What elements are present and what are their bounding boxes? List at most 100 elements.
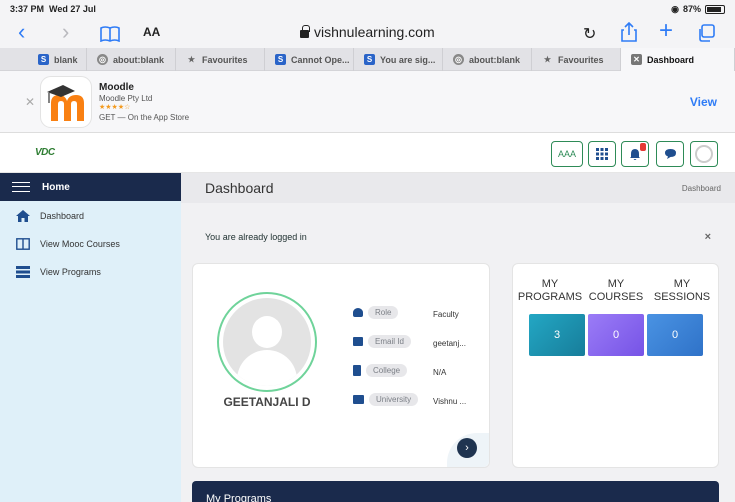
sidebar-home-label: Home: [42, 181, 70, 193]
stat-label-courses: MY COURSES: [588, 278, 644, 303]
battery-percent: 87%: [682, 4, 701, 14]
browser-tab[interactable]: S Cannot Ope...: [265, 48, 354, 71]
user-menu-button[interactable]: [690, 141, 718, 167]
moodle-app-icon: [40, 76, 92, 128]
status-bar: 3:37 PM Wed 27 Jul ◉ 87%: [0, 0, 735, 18]
share-icon[interactable]: [621, 21, 637, 46]
battery-icon: [705, 4, 725, 14]
status-time: 3:37 PM Wed 27 Jul: [10, 4, 96, 14]
programs-title: My Programs: [206, 493, 272, 502]
college-row: College: [353, 364, 408, 377]
email-value: geetanj...: [433, 339, 466, 348]
forward-icon[interactable]: ›: [62, 21, 69, 43]
profile-name: GEETANJALI D: [223, 395, 311, 409]
sidebar-item-label: Dashboard: [40, 211, 85, 221]
role-label: Role: [368, 306, 399, 319]
browser-tab[interactable]: ◎ about:blank: [443, 48, 532, 71]
tabs-overview-icon[interactable]: [697, 24, 715, 46]
rating-stars: ★★★★☆: [99, 104, 131, 111]
apps-grid-button[interactable]: [588, 141, 616, 167]
user-icon: [353, 308, 363, 317]
browser-tab[interactable]: ★ Favourites: [176, 48, 265, 71]
new-tab-icon[interactable]: +: [659, 19, 673, 43]
sidebar-item-programs[interactable]: View Programs: [0, 258, 181, 286]
reader-settings-button[interactable]: AA: [143, 25, 160, 39]
sidebar-header[interactable]: Home: [0, 173, 181, 201]
messages-button[interactable]: [656, 141, 684, 167]
page-title: Dashboard: [205, 180, 274, 196]
programs-count-tile[interactable]: 3: [529, 314, 585, 356]
font-size-button[interactable]: AAA: [551, 141, 583, 167]
chevron-right-icon[interactable]: ›: [457, 438, 477, 458]
site-icon: S: [364, 54, 375, 65]
email-row: Email Id: [353, 335, 411, 348]
app-developer: Moodle Pty Ltd: [99, 94, 153, 103]
avatar: [695, 145, 713, 163]
page-header: Dashboard Dashboard: [181, 173, 735, 203]
role-row: Role: [353, 306, 399, 319]
sessions-count-tile[interactable]: 0: [647, 314, 703, 356]
status-right: ◉ 87%: [671, 4, 725, 15]
browser-tab[interactable]: ★ Favourites: [532, 48, 621, 71]
my-programs-header: My Programs: [192, 481, 719, 502]
star-icon: ★: [187, 55, 196, 64]
main-content: Dashboard Dashboard You are already logg…: [181, 173, 735, 502]
view-app-button[interactable]: View: [690, 95, 717, 109]
programs-icon: [16, 266, 30, 278]
site-logo[interactable]: VDC: [35, 147, 55, 158]
login-alert: You are already logged in ×: [191, 218, 725, 256]
site-icon: S: [38, 54, 49, 65]
building-icon: [353, 365, 361, 376]
lock-icon: [300, 24, 310, 38]
tab-strip: Sblank ◎ about:blank ★ Favourites S Cannot …: [0, 48, 735, 71]
sidebar-item-mooc-courses[interactable]: View Mooc Courses: [0, 230, 181, 258]
smart-app-banner: ✕ Moodle Moodle Pty Ltd ★★★★☆ GET — On t…: [0, 71, 735, 133]
url-text: vishnulearning.com: [314, 24, 435, 40]
address-bar[interactable]: vishnulearning.com: [300, 24, 435, 40]
role-value: Faculty: [433, 310, 459, 319]
university-row: University: [353, 393, 419, 406]
browser-tab[interactable]: S You are sig...: [354, 48, 443, 71]
app-name: Moodle: [99, 82, 134, 93]
compass-icon: ◎: [453, 54, 464, 65]
browser-tab[interactable]: Sblank: [0, 48, 87, 71]
university-label: University: [369, 393, 419, 406]
browser-tab-active[interactable]: ✕ Dashboard: [621, 48, 735, 71]
university-value: Vishnu ...: [433, 397, 467, 406]
wifi-icon: ◉: [671, 3, 679, 14]
home-icon: [16, 210, 30, 222]
close-icon[interactable]: ×: [705, 231, 711, 243]
back-icon[interactable]: ‹: [18, 21, 25, 43]
grid-icon: [596, 148, 608, 160]
notification-badge: [640, 143, 646, 151]
college-label: College: [366, 364, 408, 377]
close-icon[interactable]: ✕: [25, 95, 35, 109]
browser-toolbar: ‹ › AA vishnulearning.com ↻ +: [0, 18, 735, 48]
browser-tab[interactable]: ◎ about:blank: [87, 48, 176, 71]
star-icon: ★: [543, 55, 552, 64]
college-value: N/A: [433, 368, 447, 377]
sidebar-item-label: View Programs: [40, 267, 101, 277]
chat-icon: [664, 149, 676, 159]
sidebar-item-label: View Mooc Courses: [40, 239, 120, 249]
reload-icon[interactable]: ↻: [583, 24, 596, 46]
close-tab-icon[interactable]: ✕: [631, 54, 642, 65]
bookmarks-icon[interactable]: [100, 24, 120, 46]
profile-card: GEETANJALI D Role Faculty Email Id geeta…: [192, 263, 490, 468]
user-placeholder-icon: [223, 298, 311, 386]
email-label: Email Id: [368, 335, 411, 348]
breadcrumb[interactable]: Dashboard: [682, 184, 721, 193]
profile-avatar: [217, 292, 317, 392]
notifications-button[interactable]: [621, 141, 649, 167]
alert-text: You are already logged in: [205, 232, 307, 242]
site-header: VDC AAA: [0, 133, 735, 173]
menu-icon[interactable]: [12, 182, 30, 192]
courses-count-tile[interactable]: 0: [588, 314, 644, 356]
compass-icon: ◎: [97, 54, 108, 65]
sidebar: Home Dashboard View Mooc Courses View Pr…: [0, 173, 181, 502]
university-icon: [353, 395, 364, 404]
app-store-text: GET — On the App Store: [99, 113, 190, 122]
envelope-icon: [353, 337, 363, 346]
stats-card: MY PROGRAMS MY COURSES MY SESSIONS 3 0 0: [512, 263, 719, 468]
sidebar-item-dashboard[interactable]: Dashboard: [0, 202, 181, 230]
